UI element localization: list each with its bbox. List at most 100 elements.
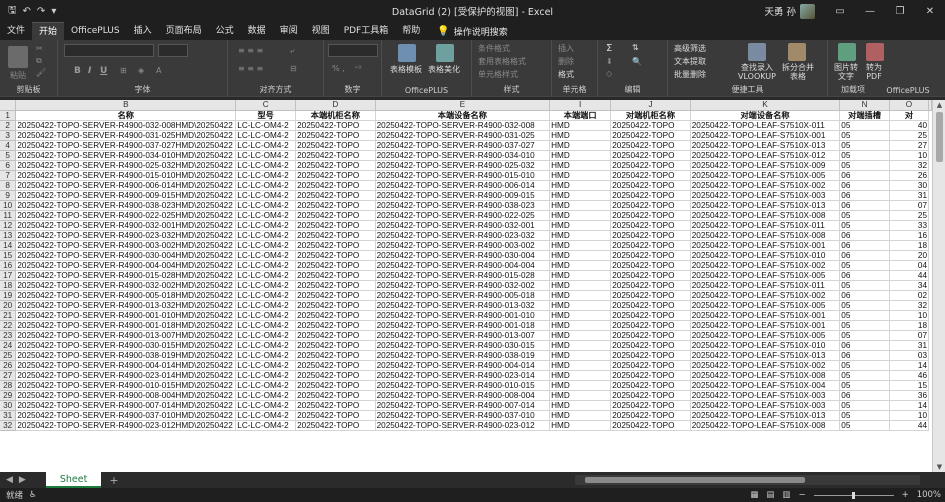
table-cell[interactable]: 20250422-TOPO-SERVER-R4900-013-032HMD\20… <box>15 300 237 311</box>
row-number[interactable]: 13 <box>0 230 17 241</box>
row-number[interactable]: 8 <box>0 180 17 191</box>
table-cell[interactable]: 44 <box>889 270 930 281</box>
vertical-scroll-thumb[interactable] <box>936 112 943 162</box>
table-cell[interactable]: 20250422-TOPO-SERVER-R4900-023-012 <box>375 420 551 431</box>
table-cell[interactable]: 06 <box>839 240 890 251</box>
table-cell[interactable]: 20250422-TOPO-SERVER-R4900-007-014 <box>375 400 551 411</box>
table-cell[interactable]: 20250422-TOPO <box>610 410 691 421</box>
copy-icon[interactable]: ⧉ <box>36 56 42 66</box>
table-cell[interactable]: 20250422-TOPO-SERVER-R4900-030-004 <box>375 250 551 261</box>
table-cell[interactable]: 20250422-TOPO <box>610 420 691 431</box>
table-cell[interactable]: 14 <box>889 360 930 371</box>
table-cell[interactable]: LC-LC-OM4-2 <box>235 220 297 231</box>
row-number[interactable]: 18 <box>0 280 17 291</box>
table-cell[interactable]: 05 <box>839 280 890 291</box>
table-cell[interactable]: 20250422-TOPO <box>295 300 376 311</box>
table-cell[interactable]: 20250422-TOPO <box>295 310 376 321</box>
table-cell[interactable]: 05 <box>839 380 890 391</box>
image-to-text-icon[interactable] <box>838 43 856 61</box>
table-cell[interactable]: LC-LC-OM4-2 <box>235 170 297 181</box>
table-cell[interactable]: 32 <box>889 300 930 311</box>
table-cell[interactable]: HMD <box>549 360 612 371</box>
table-cell[interactable]: 20250422-TOPO <box>610 270 691 281</box>
conditional-format-button[interactable]: 条件格式 <box>478 43 510 54</box>
table-cell[interactable]: LC-LC-OM4-2 <box>235 150 297 161</box>
table-cell[interactable]: 06 <box>839 390 890 401</box>
table-cell[interactable]: 20250422-TOPO-SERVER-R4900-025-032HMD\20… <box>15 160 237 171</box>
row-number[interactable]: 6 <box>0 160 17 171</box>
table-cell[interactable]: 20250422-TOPO-SERVER-R4900-023-014HMD\20… <box>15 370 237 381</box>
table-cell[interactable]: 20250422-TOPO-SERVER-R4900-007-014HMD\20… <box>15 400 237 411</box>
table-cell[interactable]: LC-LC-OM4-2 <box>235 390 297 401</box>
page-layout-view-icon[interactable]: ▤ <box>766 490 774 500</box>
table-cell[interactable]: 05 <box>839 140 890 151</box>
table-cell[interactable]: HMD <box>549 320 612 331</box>
table-cell[interactable]: 20250422-TOPO-SERVER-R4900-009-015HMD\20… <box>15 190 237 201</box>
table-cell[interactable]: HMD <box>549 330 612 341</box>
table-cell[interactable]: 20250422-TOPO-LEAF-S7510X-011 <box>690 280 841 291</box>
align-top-icon[interactable]: ≡ ≡ ≡ <box>238 46 263 55</box>
table-cell[interactable]: 20250422-TOPO <box>610 180 691 191</box>
table-cell[interactable]: LC-LC-OM4-2 <box>235 140 297 151</box>
table-cell[interactable]: 20250422-TOPO-SERVER-R4900-023-012HMD\20… <box>15 420 237 431</box>
table-cell[interactable]: 05 <box>839 210 890 221</box>
table-cell[interactable]: 20250422-TOPO <box>295 170 376 181</box>
table-cell[interactable]: 05 <box>839 400 890 411</box>
row-number[interactable]: 24 <box>0 340 17 351</box>
table-cell[interactable]: 20250422-TOPO-LEAF-S7510X-013 <box>690 200 841 211</box>
table-cell[interactable]: 07 <box>889 200 930 211</box>
table-cell[interactable]: 20250422-TOPO-SERVER-R4900-022-025HMD\20… <box>15 210 237 221</box>
split-merge-button[interactable]: 拆分合并 表格 <box>778 63 818 81</box>
table-cell[interactable]: 20250422-TOPO-SERVER-R4900-022-025 <box>375 210 551 221</box>
table-cell[interactable]: HMD <box>549 380 612 391</box>
table-cell[interactable]: HMD <box>549 160 612 171</box>
table-cell[interactable]: 20250422-TOPO <box>610 160 691 171</box>
table-cell[interactable]: 20250422-TOPO <box>610 130 691 141</box>
table-cell[interactable]: 16 <box>889 230 930 241</box>
table-cell[interactable]: 20250422-TOPO <box>610 150 691 161</box>
table-cell[interactable]: 20250422-TOPO-SERVER-R4900-010-015 <box>375 380 551 391</box>
worksheet-grid[interactable]: B C D E I J K N O 1 名称 型号 本端机柜名称 本端设备名称 本端端口 对端机柜名称 对端设备… <box>0 100 932 472</box>
table-cell[interactable]: LC-LC-OM4-2 <box>235 310 297 321</box>
table-cell[interactable]: 20250422-TOPO <box>610 250 691 261</box>
table-cell[interactable]: LC-LC-OM4-2 <box>235 400 297 411</box>
table-cell[interactable]: 03 <box>889 350 930 361</box>
column-letter[interactable]: B <box>15 100 237 111</box>
table-cell[interactable]: 20250422-TOPO <box>610 200 691 211</box>
table-beautify-label[interactable]: 表格美化 <box>428 64 460 75</box>
scroll-down-icon[interactable]: ▼ <box>933 463 945 471</box>
table-cell[interactable]: 20250422-TOPO-SERVER-R4900-030-015HMD\20… <box>15 340 237 351</box>
table-cell[interactable]: 20250422-TOPO <box>610 170 691 181</box>
row-number[interactable]: 28 <box>0 380 17 391</box>
table-cell[interactable]: 20250422-TOPO-LEAF-S7510X-005 <box>690 300 841 311</box>
table-cell[interactable]: 20250422-TOPO-LEAF-S7510X-005 <box>690 270 841 281</box>
cut-icon[interactable]: ✂ <box>36 44 43 53</box>
row-number[interactable]: 14 <box>0 240 17 251</box>
table-cell[interactable]: 20250422-TOPO-SERVER-R4900-037-027HMD\20… <box>15 140 237 151</box>
table-cell[interactable]: 20250422-TOPO-SERVER-R4900-013-032 <box>375 300 551 311</box>
redo-icon[interactable]: ↷ <box>37 6 45 17</box>
batch-delete-button[interactable]: 批量删除 <box>674 69 706 80</box>
table-cell[interactable]: 20250422-TOPO <box>295 150 376 161</box>
table-cell[interactable]: 20250422-TOPO-SERVER-R4900-034-010 <box>375 150 551 161</box>
sheet-next-icon[interactable]: ▶ <box>19 475 26 485</box>
table-cell[interactable]: 20250422-TOPO-SERVER-R4900-034-010HMD\20… <box>15 150 237 161</box>
table-template-icon[interactable] <box>398 44 416 62</box>
table-cell[interactable]: 20250422-TOPO-SERVER-R4900-030-015 <box>375 340 551 351</box>
row-number[interactable]: 29 <box>0 390 17 401</box>
to-pdf-icon[interactable] <box>866 43 884 61</box>
table-cell[interactable]: HMD <box>549 220 612 231</box>
table-cell[interactable]: LC-LC-OM4-2 <box>235 210 297 221</box>
table-cell[interactable]: 20250422-TOPO-LEAF-S7510X-008 <box>690 210 841 221</box>
table-cell[interactable]: 14 <box>889 400 930 411</box>
table-template-label[interactable]: 表格模板 <box>390 64 422 75</box>
minimize-button[interactable]: — <box>855 0 885 22</box>
align-left-icon[interactable]: ≡ ≡ ≡ <box>238 64 263 73</box>
table-beautify-icon[interactable] <box>436 44 454 62</box>
table-cell[interactable]: 20250422-TOPO <box>610 300 691 311</box>
ribbon-display-button[interactable]: ▭ <box>825 0 855 22</box>
table-cell[interactable]: 20250422-TOPO-SERVER-R4900-005-018 <box>375 290 551 301</box>
wrap-text-icon[interactable]: ⤶ <box>290 46 294 56</box>
save-icon[interactable]: 🖫 <box>8 3 17 20</box>
table-cell[interactable]: 20250422-TOPO-SERVER-R4900-037-027 <box>375 140 551 151</box>
